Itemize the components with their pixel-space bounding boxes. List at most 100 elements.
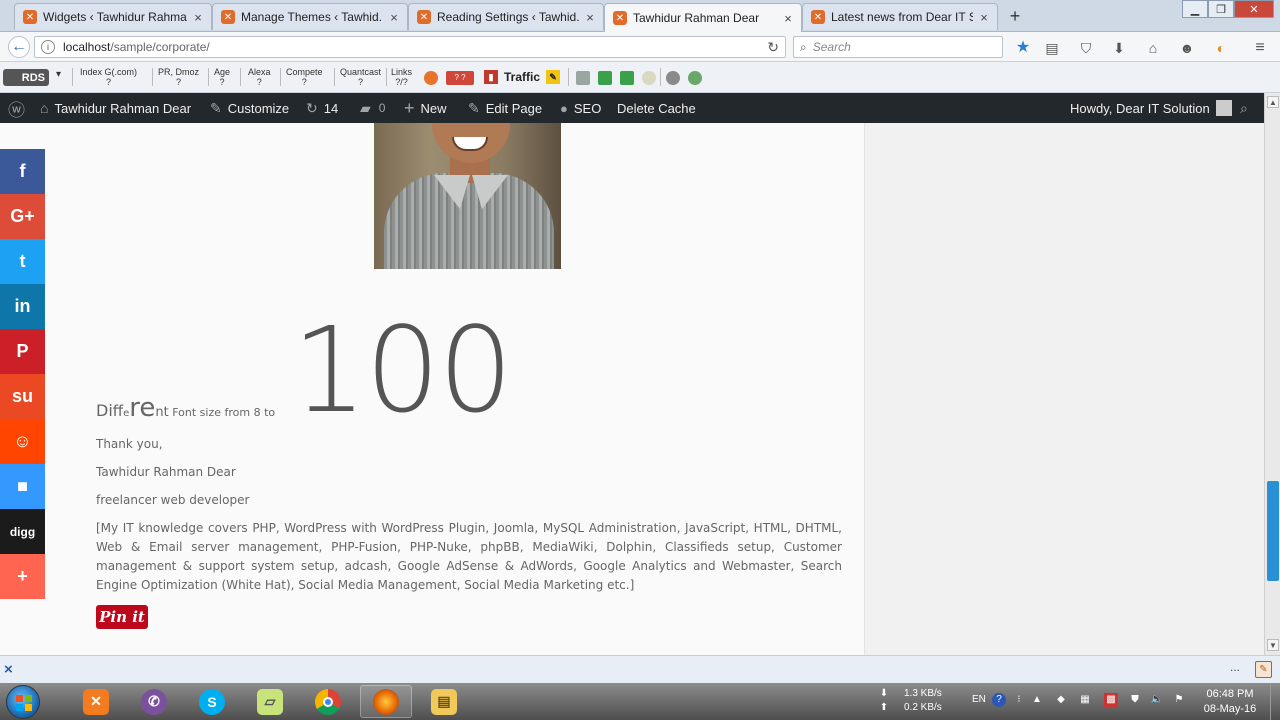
site-home-icon[interactable] xyxy=(598,71,612,85)
tray-menu-icon[interactable]: ⁝ xyxy=(1012,693,1026,707)
share-google-plus-button[interactable]: G+ xyxy=(0,194,45,239)
pr-dmoz-metric[interactable]: PR, Dmoz? xyxy=(158,67,199,87)
traffic-button[interactable]: ▮ Traffic ✎ xyxy=(484,70,566,84)
scroll-down-icon[interactable]: ▼ xyxy=(1267,639,1279,651)
tab-latest-news[interactable]: ✕ Latest news from Dear IT S... × xyxy=(802,3,998,30)
scroll-up-icon[interactable]: ▲ xyxy=(1267,96,1279,108)
share-more-button[interactable]: + xyxy=(0,554,45,599)
taskbar-notes[interactable]: ▱ xyxy=(244,685,296,718)
tab-close-icon[interactable]: × xyxy=(387,10,401,25)
bookmark-star-icon[interactable]: ★ xyxy=(1014,40,1032,56)
tab-manage-themes[interactable]: ✕ Manage Themes ‹ Tawhid... × xyxy=(212,3,408,30)
share-linkedin-button[interactable]: in xyxy=(0,284,45,329)
google-plus-count-icon[interactable]: ? ? xyxy=(446,71,474,85)
tray-network-icon[interactable]: ▦ xyxy=(1078,693,1092,707)
index-value: ? xyxy=(106,77,112,87)
site-info-icon[interactable]: i xyxy=(41,40,55,54)
tray-antivirus-icon[interactable]: ▩ xyxy=(1104,693,1118,707)
index-metric[interactable]: Index G(.com)? xyxy=(80,67,137,87)
rds-dropdown-icon[interactable]: ▾ xyxy=(56,70,61,80)
my-account-link[interactable]: Howdy, Dear IT Solution xyxy=(1070,93,1232,123)
share-digg-button[interactable]: digg xyxy=(0,509,45,554)
page-scrollbar[interactable]: ▲ ▼ xyxy=(1264,93,1280,655)
new-content-link[interactable]: + New xyxy=(404,93,447,123)
tab-widgets[interactable]: ✕ Widgets ‹ Tawhidur Rahma... × xyxy=(14,3,212,30)
menu-icon[interactable]: ≡ xyxy=(1251,40,1269,56)
reload-icon[interactable]: ↻ xyxy=(767,39,779,56)
address-bar[interactable]: i localhost/sample/corporate/ ↻ xyxy=(34,36,786,58)
rds-button[interactable]: RDS xyxy=(3,69,49,86)
start-button[interactable] xyxy=(6,685,40,719)
new-tab-button[interactable]: + xyxy=(1006,6,1024,27)
addon-bar-overflow[interactable]: ... xyxy=(1230,660,1240,674)
language-indicator[interactable]: EN xyxy=(972,694,986,705)
links-metric[interactable]: Links ?/? xyxy=(391,67,412,87)
lightbulb-icon[interactable] xyxy=(642,71,656,85)
share-stumbleupon-button[interactable]: su xyxy=(0,374,45,419)
alexa-metric[interactable]: Alexa? xyxy=(248,67,271,87)
taskbar-viber[interactable]: ✆ xyxy=(128,685,180,718)
chrome-icon xyxy=(315,688,341,715)
site-name-link[interactable]: ⌂ Tawhidur Rahman Dear xyxy=(40,93,191,123)
admin-search-icon[interactable]: ⌕ xyxy=(1240,93,1248,123)
minimize-icon[interactable]: ▁ xyxy=(1182,0,1208,18)
tab-close-icon[interactable]: × xyxy=(191,10,205,25)
share-twitter-button[interactable]: t xyxy=(0,239,45,284)
stumble-icon[interactable] xyxy=(424,71,438,85)
quantcast-metric[interactable]: Quantcast? xyxy=(340,67,381,87)
action-center-icon[interactable]: ⚑ xyxy=(1172,693,1186,707)
tab-close-icon[interactable]: × xyxy=(583,10,597,25)
volume-icon[interactable]: 🔈 xyxy=(1150,693,1164,707)
delete-cache-link[interactable]: Delete Cache xyxy=(617,93,696,123)
sync-icon[interactable]: ◐ xyxy=(1212,40,1230,56)
taskbar-xampp[interactable]: ✕ xyxy=(70,685,122,718)
tray-usb-icon[interactable]: ⛊ xyxy=(1128,693,1142,707)
share-reddit-button[interactable]: ☺ xyxy=(0,419,45,464)
digg-icon: digg xyxy=(9,524,36,539)
seo-link[interactable]: ● SEO xyxy=(560,93,601,123)
browser-tab-strip: ✕ Widgets ‹ Tawhidur Rahma... × ✕ Manage… xyxy=(0,0,1280,32)
wp-admin-bar: ⓦ ⌂ Tawhidur Rahman Dear ✎ Customize ↻ 14 ▰… xyxy=(0,93,1264,123)
edit-page-link[interactable]: ✎ Edit Page xyxy=(468,93,542,123)
chat-icon[interactable]: ☻ xyxy=(1178,40,1196,56)
customize-link[interactable]: ✎ Customize xyxy=(210,93,289,123)
back-arrow-icon[interactable]: ← xyxy=(8,36,30,58)
help-icon[interactable]: ? xyxy=(992,693,1006,707)
taskbar-chrome[interactable] xyxy=(302,685,354,718)
window-close-icon[interactable]: ✕ xyxy=(1234,0,1274,18)
show-hidden-icons[interactable]: ▲ xyxy=(1030,693,1044,707)
updates-link[interactable]: ↻ 14 xyxy=(306,93,338,123)
restore-icon[interactable]: ❐ xyxy=(1208,0,1234,18)
addon-edit-icon[interactable]: ✎ xyxy=(1255,661,1272,678)
scroll-thumb[interactable] xyxy=(1267,481,1279,581)
taskbar-skype[interactable]: S xyxy=(186,685,238,718)
show-desktop-button[interactable] xyxy=(1270,683,1280,720)
home-icon[interactable]: ⌂ xyxy=(1144,40,1162,56)
share-delicious-button[interactable]: ■ xyxy=(0,464,45,509)
refresh-icon[interactable] xyxy=(688,71,702,85)
pin-it-button[interactable]: Pin it xyxy=(96,605,148,629)
tab-reading-settings[interactable]: ✕ Reading Settings ‹ Tawhid... × xyxy=(408,3,604,30)
bookmarks-list-icon[interactable]: ▤ xyxy=(1043,40,1061,56)
share-pinterest-button[interactable]: P xyxy=(0,329,45,374)
delicious-icon: ■ xyxy=(17,476,28,496)
rss-icon[interactable] xyxy=(576,71,590,85)
age-metric[interactable]: Age? xyxy=(214,67,230,87)
clock[interactable]: 06:48 PM 08-May-16 xyxy=(1197,687,1263,717)
share-facebook-button[interactable]: f xyxy=(0,149,45,194)
download-icon[interactable]: ⬇ xyxy=(1110,40,1128,56)
pocket-icon[interactable]: ⛉ xyxy=(1077,40,1095,56)
comments-link[interactable]: ▰ 0 xyxy=(360,93,385,123)
settings-gear-icon[interactable] xyxy=(666,71,680,85)
tab-tawhidur-rahman-dear[interactable]: ✕ Tawhidur Rahman Dear × xyxy=(604,3,802,32)
wordpress-logo-icon[interactable]: ⓦ xyxy=(8,93,25,123)
tab-close-icon[interactable]: × xyxy=(781,11,795,26)
taskbar-explorer[interactable]: ▤ xyxy=(418,685,470,718)
tab-close-icon[interactable]: × xyxy=(977,10,991,25)
addon-bar-close-icon[interactable]: × xyxy=(4,661,13,678)
code-icon[interactable] xyxy=(620,71,634,85)
taskbar-firefox[interactable] xyxy=(360,685,412,718)
tray-app-icon[interactable]: ◆ xyxy=(1054,693,1068,707)
compete-metric[interactable]: Compete? xyxy=(286,67,323,87)
search-input[interactable]: ⌕ Search xyxy=(793,36,1003,58)
